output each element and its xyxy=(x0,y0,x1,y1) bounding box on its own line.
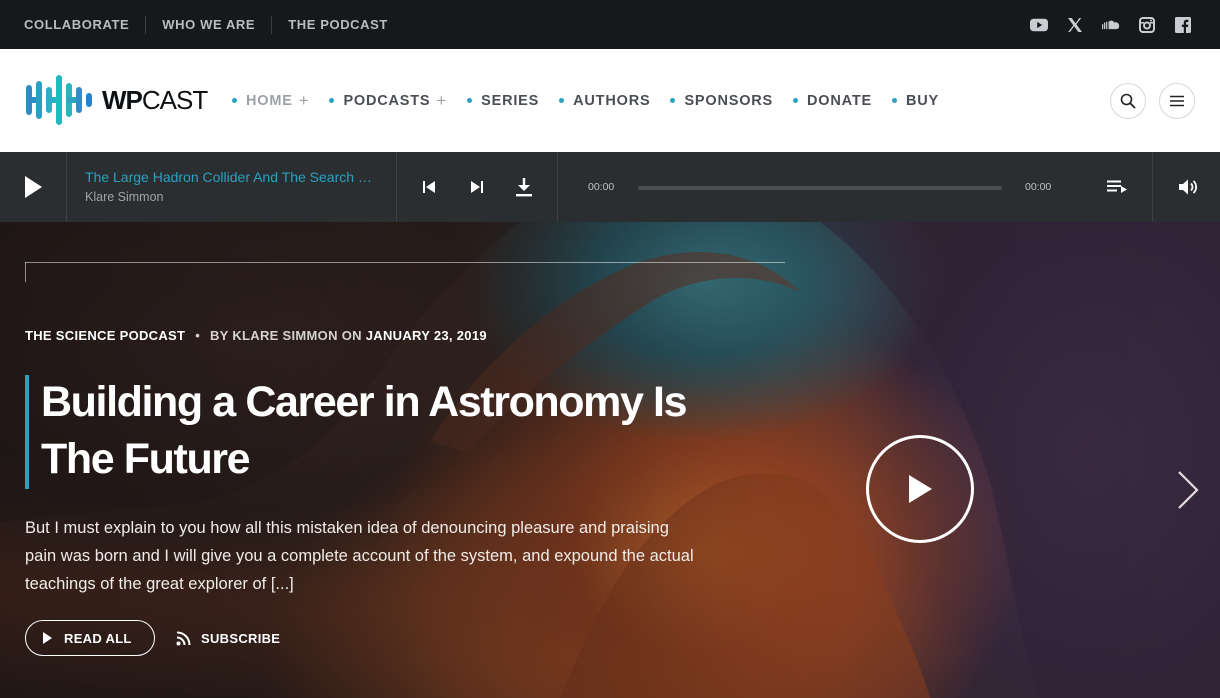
title-accent-bar xyxy=(25,375,29,489)
skip-previous-icon xyxy=(423,181,435,193)
post-title[interactable]: Building a Career in Astronomy Is The Fu… xyxy=(41,374,741,488)
nav-item-label: PODCASTS xyxy=(343,92,431,109)
x-icon[interactable] xyxy=(1066,16,1084,34)
submenu-plus-icon[interactable]: + xyxy=(436,91,447,111)
play-icon xyxy=(25,176,42,198)
volume-button[interactable] xyxy=(1175,174,1201,200)
nav-item-authors[interactable]: AUTHORS xyxy=(559,93,650,109)
read-all-label: READ ALL xyxy=(64,630,132,646)
rss-icon xyxy=(176,631,191,645)
nav-item-label: AUTHORS xyxy=(573,92,651,109)
top-nav-divider xyxy=(145,15,147,34)
skip-next-icon xyxy=(471,181,483,193)
post-date: JANUARY 23, 2019 xyxy=(365,328,487,343)
playlist-icon xyxy=(1107,180,1127,193)
top-bar: COLLABORATE WHO WE ARE THE PODCAST xyxy=(0,0,1220,49)
post-meta: THE SCIENCE PODCAST • BY KLARE SIMMON ON… xyxy=(25,328,487,343)
subscribe-label: SUBSCRIBE xyxy=(201,630,281,646)
meta-bullet: • xyxy=(195,328,201,343)
nav-item-home[interactable]: HOME + xyxy=(232,91,309,111)
nav-dot xyxy=(329,98,335,103)
audio-player: The Large Hadron Collider And The Search… xyxy=(0,152,1220,222)
nav-dot xyxy=(793,98,799,103)
nav-dot xyxy=(232,98,237,103)
top-nav-divider xyxy=(271,15,273,34)
volume-icon xyxy=(1179,179,1198,195)
instagram-icon[interactable] xyxy=(1138,16,1156,34)
search-button[interactable] xyxy=(1110,83,1146,119)
nav-item-label: HOME xyxy=(246,92,293,109)
nav-dot xyxy=(891,98,897,103)
nav-item-label: BUY xyxy=(905,92,939,109)
nav-dot xyxy=(467,98,473,103)
post-author[interactable]: KLARE SIMMON xyxy=(232,328,337,343)
nav-dot xyxy=(670,98,676,103)
menu-button[interactable] xyxy=(1159,83,1195,119)
nav-item-label: DONATE xyxy=(807,92,872,109)
next-button[interactable] xyxy=(464,174,490,200)
nav-item-series[interactable]: SERIES xyxy=(467,93,539,109)
track-info-cell xyxy=(67,152,397,222)
top-link-who-we-are[interactable]: WHO WE ARE xyxy=(162,17,255,32)
on-label: ON xyxy=(341,328,362,343)
nav-item-label: SERIES xyxy=(481,92,540,109)
play-icon xyxy=(909,475,932,503)
search-icon xyxy=(1120,93,1136,109)
social-links xyxy=(1030,0,1192,49)
nav-dot xyxy=(559,98,565,103)
download-icon xyxy=(516,178,532,197)
post-excerpt: But I must explain to you how all this m… xyxy=(25,519,694,593)
chevron-right-icon xyxy=(1178,471,1199,509)
nav-item-podcasts[interactable]: PODCASTS + xyxy=(329,91,447,111)
nav-item-label: SPONSORS xyxy=(684,92,774,109)
nav-item-buy[interactable]: BUY xyxy=(891,92,939,109)
previous-button[interactable] xyxy=(416,174,442,200)
submenu-plus-icon[interactable]: + xyxy=(299,91,310,111)
site-header: WPCAST HOME + PODCASTS + SERIES AUTHORS SP… xyxy=(0,49,1220,152)
facebook-icon[interactable] xyxy=(1174,16,1192,34)
time-current: 00:00 xyxy=(588,181,615,193)
hero-featured-post: THE SCIENCE PODCAST • BY KLARE SIMMON ON… xyxy=(0,222,1220,698)
soundcloud-icon[interactable] xyxy=(1102,16,1120,34)
progress-bar[interactable] xyxy=(638,186,1002,190)
top-nav: COLLABORATE WHO WE ARE THE PODCAST xyxy=(24,0,388,49)
play-triangle-icon xyxy=(43,632,52,644)
download-button[interactable] xyxy=(511,174,537,200)
logo-waveform-icon xyxy=(26,75,92,125)
hamburger-icon xyxy=(1170,95,1184,107)
nav-item-donate[interactable]: DONATE xyxy=(793,93,872,109)
top-link-the-podcast[interactable]: THE PODCAST xyxy=(288,17,388,32)
hero-divider-tick xyxy=(25,262,26,282)
logo-wordmark-bold: WP xyxy=(102,84,143,115)
by-label: BY xyxy=(209,328,229,343)
youtube-icon[interactable] xyxy=(1030,16,1048,34)
time-total: 00:00 xyxy=(1025,181,1052,193)
hero-play-button[interactable] xyxy=(866,435,974,543)
play-cell xyxy=(0,152,67,222)
track-author: Klare Simmon xyxy=(85,190,164,204)
logo-wordmark: WPCAST xyxy=(102,84,208,116)
post-category[interactable]: THE SCIENCE PODCAST xyxy=(25,328,185,343)
logo-wordmark-light: CAST xyxy=(141,84,208,115)
hero-divider xyxy=(25,262,785,263)
top-link-collaborate[interactable]: COLLABORATE xyxy=(24,17,129,32)
playlist-button[interactable] xyxy=(1104,174,1130,200)
nav-item-sponsors[interactable]: SPONSORS xyxy=(670,93,773,109)
volume-cell xyxy=(1152,152,1220,222)
read-all-button[interactable]: READ ALL xyxy=(25,620,155,656)
track-title[interactable]: The Large Hadron Collider And The Search… xyxy=(85,169,380,185)
play-button[interactable] xyxy=(20,174,46,200)
site-logo[interactable]: WPCAST xyxy=(24,70,208,130)
slider-next-button[interactable] xyxy=(1176,470,1200,515)
main-nav: HOME + PODCASTS + SERIES AUTHORS SPONSORS … xyxy=(232,49,959,152)
subscribe-link[interactable]: SUBSCRIBE xyxy=(176,620,280,656)
